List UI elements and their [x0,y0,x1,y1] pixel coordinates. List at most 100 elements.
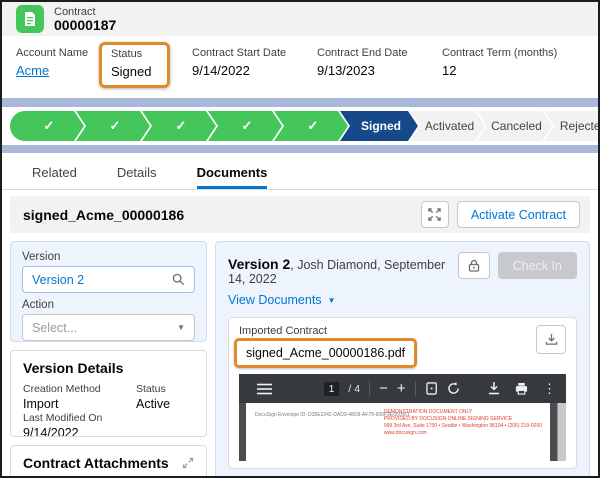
version-details-card: Version Details Creation Method Import L… [10,350,207,437]
contract-object-icon [16,5,44,33]
field-status: Status Signed [109,47,192,88]
page-total: / 4 [348,383,360,395]
tab-details[interactable]: Details [117,165,157,189]
zoom-in-icon[interactable]: + [397,381,406,396]
zoom-out-icon[interactable]: − [379,381,388,396]
document-icon [22,11,38,27]
attachments-title: Contract Attachments [23,455,169,471]
field-label: Contract Term (months) [442,47,557,59]
document-section-bar: signed_Acme_00000186 Activate Contract [10,196,590,233]
end-date-value: 9/13/2023 [317,63,442,78]
path-stage-current[interactable]: Signed [340,111,418,141]
lock-icon [468,259,480,272]
download-icon [545,333,558,346]
divider-band [2,98,598,107]
record-name: 00000187 [54,18,116,33]
document-sidebar: Version Version 2 Action Select... ▼ Ver… [10,241,207,478]
path-stage-complete[interactable]: ✓ [76,111,150,141]
version-combobox[interactable]: Version 2 [22,266,195,293]
start-date-value: 9/14/2022 [192,63,317,78]
path-stage-rejected[interactable]: Rejected [544,111,598,141]
document-title: signed_Acme_00000186 [23,207,421,223]
check-in-button: Check In [498,252,577,279]
download-button[interactable] [536,325,566,354]
download-icon[interactable] [488,382,500,395]
path-stage-complete[interactable]: ✓ [10,111,84,141]
path-stage-complete[interactable]: ✓ [142,111,216,141]
term-value: 12 [442,63,557,78]
creation-method-label: Creation Method [23,383,136,396]
sales-path: ✓ ✓ ✓ ✓ ✓ Signed Activated Canceled Reje… [2,107,598,145]
search-icon [172,273,185,286]
action-label: Action [22,299,195,311]
last-modified-value: 9/14/2022 [23,425,136,437]
resize-icon[interactable] [182,457,194,469]
contract-attachments-card: Contract Attachments [10,445,207,478]
version-heading: Version 2, Josh Diamond, September 14, 2… [228,252,458,286]
field-end-date: Contract End Date 9/13/2023 [317,47,442,88]
highlight-fields: Account Name Acme Status Signed Contract… [2,36,598,98]
field-account-name: Account Name Acme [16,47,109,88]
docusign-demo-notice: DEMONSTRATION DOCUMENT ONLY PROVIDED BY … [384,409,542,437]
imported-contract-label: Imported Contract [239,325,536,337]
activate-contract-button[interactable]: Activate Contract [457,201,580,228]
pdf-scrollbar[interactable] [557,403,566,461]
version-value: Version 2 [32,273,172,287]
print-icon[interactable] [515,382,528,395]
tab-documents[interactable]: Documents [197,165,268,189]
rotate-icon[interactable] [447,382,460,395]
lock-button[interactable] [458,252,490,279]
record-header: Contract 00000187 [2,2,598,36]
tab-related[interactable]: Related [32,165,77,189]
field-label: Contract Start Date [192,47,317,59]
action-placeholder: Select... [32,321,177,335]
document-viewer-panel: Version 2, Josh Diamond, September 14, 2… [215,241,590,478]
pdf-body: DocuSign Envelope ID: D35E2242-DAD9-48D9… [239,403,566,461]
check-icon: ✓ [308,118,319,134]
app-window: Contract 00000187 Account Name Acme Stat… [0,0,600,478]
pdf-toolbar: 1 / 4 − + [239,374,566,403]
version-selector-card: Version Version 2 Action Select... ▼ [10,241,207,342]
check-icon: ✓ [242,118,253,134]
page-number-field[interactable]: 1 [324,382,340,396]
more-vertical-icon[interactable]: ⋮ [543,381,556,397]
creation-method-value: Import [23,396,136,412]
status-value: Active [136,396,194,412]
expand-icon [428,208,441,221]
check-icon: ✓ [176,118,187,134]
object-label: Contract [54,6,116,18]
action-select[interactable]: Select... ▼ [22,314,195,341]
check-icon: ✓ [44,118,55,134]
status-label: Status [136,383,194,396]
field-label: Status [111,48,151,60]
field-label: Account Name [16,47,109,59]
status-annotation-box: Status Signed [99,42,170,88]
check-icon: ✓ [110,118,121,134]
view-documents-label: View Documents [228,293,322,307]
expand-button[interactable] [421,201,449,228]
fit-page-icon[interactable] [425,382,438,395]
divider-band [2,145,598,153]
record-tabs: Related Details Documents [2,159,598,190]
version-number: Version 2 [228,256,290,272]
path-stage-canceled[interactable]: Canceled [477,111,552,141]
filename-annotation-box: signed_Acme_00000186.pdf [234,338,417,368]
field-label: Contract End Date [317,47,442,59]
imported-contract-card: Imported Contract signed_Acme_00000186.p… [228,317,577,469]
path-stage-complete[interactable]: ✓ [208,111,282,141]
last-modified-label: Last Modified On [23,412,136,425]
chevron-down-icon: ▼ [328,296,336,305]
path-stage-activated[interactable]: Activated [410,111,485,141]
pdf-viewer: 1 / 4 − + [239,374,566,461]
view-documents-menu[interactable]: View Documents ▼ [228,293,577,307]
pdf-page: DocuSign Envelope ID: D35E2242-DAD9-48D9… [246,403,550,461]
version-label: Version [22,251,195,263]
menu-icon[interactable] [257,383,272,395]
account-link[interactable]: Acme [16,63,49,78]
version-details-title: Version Details [23,360,194,376]
pdf-file-name: signed_Acme_00000186.pdf [246,346,405,360]
path-stage-complete[interactable]: ✓ [274,111,348,141]
field-term: Contract Term (months) 12 [442,47,557,88]
document-workspace: Version Version 2 Action Select... ▼ Ver… [10,241,590,478]
field-start-date: Contract Start Date 9/14/2022 [192,47,317,88]
